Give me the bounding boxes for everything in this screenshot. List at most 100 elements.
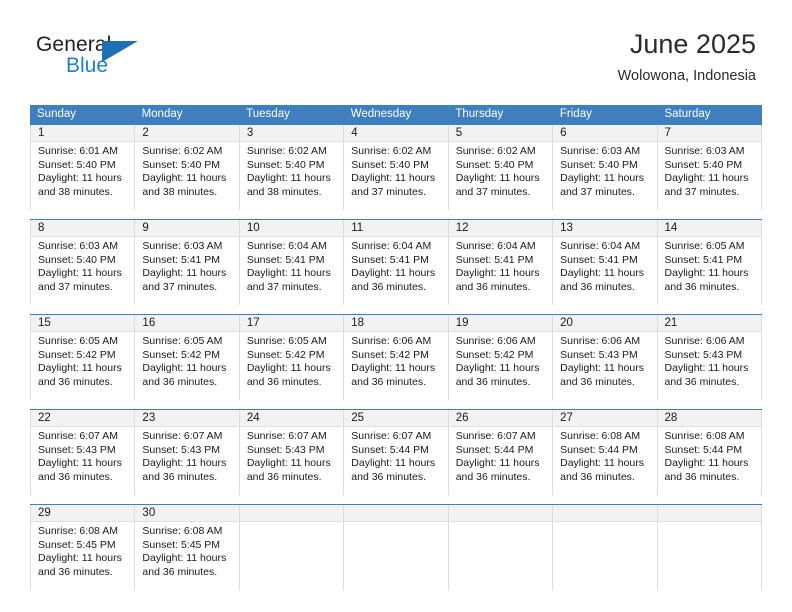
day-number[interactable]: 20 [552, 315, 656, 331]
day-number[interactable]: 16 [134, 315, 238, 331]
daylight-duration-line2: and 36 minutes. [560, 280, 635, 293]
day-number[interactable]: 26 [447, 410, 552, 426]
day-cell[interactable]: Sunrise: 6:05 AM Sunset: 5:42 PM Daylight:… [30, 332, 134, 400]
day-number[interactable]: 12 [447, 220, 552, 236]
day-number[interactable]: 14 [656, 220, 762, 236]
daylight-duration-line2: and 36 minutes. [246, 470, 322, 483]
day-cell[interactable]: Sunrise: 6:04 AM Sunset: 5:41 PM Daylight:… [447, 237, 552, 305]
day-number[interactable]: 10 [238, 220, 343, 236]
day-cell[interactable]: Sunrise: 6:03 AM Sunset: 5:41 PM Daylight:… [134, 237, 238, 305]
day-cell[interactable]: Sunrise: 6:05 AM Sunset: 5:42 PM Daylight:… [134, 332, 238, 400]
sunset-time: Sunset: 5:40 PM [455, 158, 534, 171]
day-number[interactable]: 28 [656, 410, 762, 426]
day-number[interactable]: 5 [447, 125, 552, 141]
daylight-duration-line2: and 38 minutes. [38, 185, 113, 198]
day-number[interactable]: 9 [134, 220, 238, 236]
day-cell[interactable]: Sunrise: 6:07 AM Sunset: 5:44 PM Daylight:… [343, 427, 447, 495]
day-number[interactable]: 22 [30, 410, 134, 426]
day-cell[interactable]: Sunrise: 6:02 AM Sunset: 5:40 PM Daylight:… [238, 142, 343, 210]
daylight-duration-line1: Daylight: 11 hours [560, 267, 644, 280]
day-cell[interactable]: Sunrise: 6:08 AM Sunset: 5:45 PM Daylight:… [134, 522, 238, 590]
daylight-duration-line1: Daylight: 11 hours [455, 267, 540, 280]
day-cell[interactable]: Sunrise: 6:08 AM Sunset: 5:44 PM Daylight:… [552, 427, 656, 495]
daylight-duration-line2: and 36 minutes. [560, 375, 635, 388]
day-number[interactable]: 3 [238, 125, 343, 141]
sunrise-time: Sunrise: 6:08 AM [560, 430, 641, 442]
day-cell-empty [656, 522, 762, 590]
daylight-duration-line1: Daylight: 11 hours [351, 172, 436, 185]
day-number[interactable]: 4 [343, 125, 447, 141]
day-number-empty [447, 505, 552, 521]
day-cell[interactable]: Sunrise: 6:01 AM Sunset: 5:40 PM Daylight:… [30, 142, 134, 210]
day-number[interactable]: 27 [552, 410, 656, 426]
sunrise-time: Sunrise: 6:05 AM [38, 335, 118, 347]
day-number[interactable]: 29 [30, 505, 134, 521]
day-number[interactable]: 1 [30, 125, 134, 141]
day-number[interactable]: 19 [447, 315, 552, 331]
day-cell[interactable]: Sunrise: 6:05 AM Sunset: 5:42 PM Daylight:… [238, 332, 343, 400]
sunset-time: Sunset: 5:40 PM [246, 158, 325, 171]
daylight-duration-line1: Daylight: 11 hours [38, 552, 122, 565]
day-cell[interactable]: Sunrise: 6:06 AM Sunset: 5:43 PM Daylight:… [552, 332, 656, 400]
day-cell[interactable]: Sunrise: 6:07 AM Sunset: 5:43 PM Daylight:… [30, 427, 134, 495]
generalblue-logo[interactable]: General Blue [36, 33, 166, 85]
sunrise-time: Sunrise: 6:06 AM [351, 335, 432, 347]
sunrise-time: Sunrise: 6:02 AM [246, 145, 327, 157]
daylight-duration-line2: and 36 minutes. [351, 280, 426, 293]
day-cell[interactable]: Sunrise: 6:04 AM Sunset: 5:41 PM Daylight:… [343, 237, 447, 305]
day-number[interactable]: 13 [552, 220, 656, 236]
daylight-duration-line1: Daylight: 11 hours [142, 552, 227, 565]
sunrise-time: Sunrise: 6:08 AM [142, 525, 223, 537]
day-cell[interactable]: Sunrise: 6:08 AM Sunset: 5:45 PM Daylight:… [30, 522, 134, 590]
day-number[interactable]: 11 [343, 220, 447, 236]
daylight-duration-line1: Daylight: 11 hours [560, 172, 644, 185]
day-number[interactable]: 21 [656, 315, 762, 331]
day-number[interactable]: 2 [134, 125, 238, 141]
day-number[interactable]: 18 [343, 315, 447, 331]
daylight-duration-line1: Daylight: 11 hours [455, 457, 540, 470]
weekday-header-saturday: Saturday [664, 108, 711, 120]
day-cell[interactable]: Sunrise: 6:08 AM Sunset: 5:44 PM Daylight:… [656, 427, 762, 495]
day-cell-empty [447, 522, 552, 590]
day-number[interactable]: 17 [238, 315, 343, 331]
day-number[interactable]: 7 [656, 125, 762, 141]
daylight-duration-line1: Daylight: 11 hours [38, 267, 122, 280]
title-block: June 2025 Wolowona, Indonesia [618, 28, 756, 86]
daylight-duration-line1: Daylight: 11 hours [246, 172, 331, 185]
sunset-time: Sunset: 5:43 PM [246, 443, 325, 456]
day-number[interactable]: 15 [30, 315, 134, 331]
day-cell[interactable]: Sunrise: 6:07 AM Sunset: 5:43 PM Daylight:… [134, 427, 238, 495]
day-number[interactable]: 8 [30, 220, 134, 236]
daylight-duration-line2: and 36 minutes. [455, 375, 531, 388]
weekday-header-wednesday: Wednesday [350, 108, 412, 120]
day-number[interactable]: 25 [343, 410, 447, 426]
day-cell[interactable]: Sunrise: 6:02 AM Sunset: 5:40 PM Daylight:… [134, 142, 238, 210]
day-cell[interactable]: Sunrise: 6:07 AM Sunset: 5:43 PM Daylight:… [238, 427, 343, 495]
day-cell[interactable]: Sunrise: 6:06 AM Sunset: 5:42 PM Daylight:… [447, 332, 552, 400]
sunset-time: Sunset: 5:44 PM [455, 443, 534, 456]
day-number[interactable]: 24 [238, 410, 343, 426]
sunset-time: Sunset: 5:45 PM [142, 538, 221, 551]
day-cell[interactable]: Sunrise: 6:07 AM Sunset: 5:44 PM Daylight:… [447, 427, 552, 495]
weekday-header-thursday: Thursday [455, 108, 504, 120]
day-cell[interactable]: Sunrise: 6:06 AM Sunset: 5:43 PM Daylight:… [656, 332, 762, 400]
day-cell[interactable]: Sunrise: 6:03 AM Sunset: 5:40 PM Daylight:… [656, 142, 762, 210]
page-subtitle: Wolowona, Indonesia [617, 68, 756, 84]
day-number[interactable]: 30 [134, 505, 238, 521]
day-cell[interactable]: Sunrise: 6:05 AM Sunset: 5:41 PM Daylight:… [656, 237, 762, 305]
page-title: June 2025 [629, 29, 756, 59]
daylight-duration-line2: and 38 minutes. [246, 185, 322, 198]
day-cell[interactable]: Sunrise: 6:04 AM Sunset: 5:41 PM Daylight:… [238, 237, 343, 305]
sunset-time: Sunset: 5:41 PM [351, 253, 429, 266]
sunrise-time: Sunrise: 6:08 AM [38, 525, 118, 537]
day-cell[interactable]: Sunrise: 6:02 AM Sunset: 5:40 PM Daylight:… [447, 142, 552, 210]
day-number[interactable]: 23 [134, 410, 238, 426]
day-cell[interactable]: Sunrise: 6:04 AM Sunset: 5:41 PM Daylight:… [552, 237, 656, 305]
day-number[interactable]: 6 [552, 125, 656, 141]
day-cell[interactable]: Sunrise: 6:02 AM Sunset: 5:40 PM Daylight:… [343, 142, 447, 210]
day-cell[interactable]: Sunrise: 6:03 AM Sunset: 5:40 PM Daylight:… [552, 142, 656, 210]
daylight-duration-line1: Daylight: 11 hours [142, 267, 227, 280]
day-cell[interactable]: Sunrise: 6:03 AM Sunset: 5:40 PM Daylight:… [30, 237, 134, 305]
logo-text-blue: Blue [66, 54, 109, 77]
day-cell[interactable]: Sunrise: 6:06 AM Sunset: 5:42 PM Daylight:… [343, 332, 447, 400]
